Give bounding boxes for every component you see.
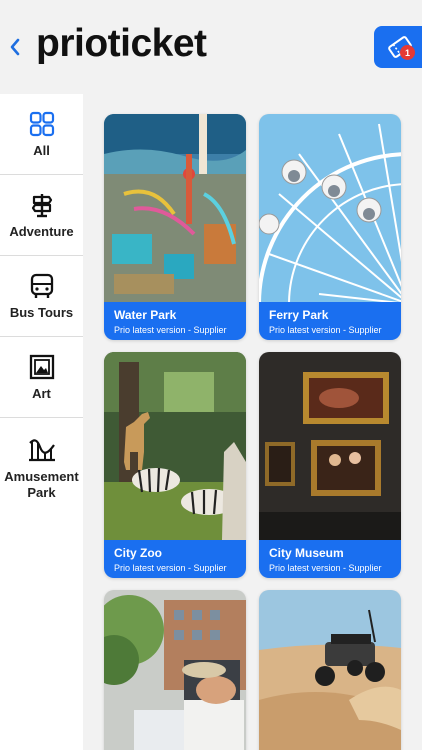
picture-frame-icon: [27, 352, 57, 382]
app-logo: prioticket: [36, 22, 207, 65]
product-info: City Zoo Prio latest version - Supplier: [104, 540, 246, 578]
product-card-city-zoo[interactable]: City Zoo Prio latest version - Supplier: [104, 352, 246, 578]
product-image: [104, 352, 246, 540]
product-title: City Zoo: [114, 546, 162, 560]
chevron-left-icon: [10, 38, 20, 56]
product-title: Ferry Park: [269, 308, 329, 322]
roller-coaster-icon: [27, 435, 57, 465]
product-subtitle: Prio latest version - Supplier: [269, 325, 382, 335]
category-label: Bus Tours: [9, 305, 74, 320]
category-bus-tours[interactable]: Bus Tours: [0, 256, 83, 337]
category-label: Amusement Park: [4, 469, 79, 500]
product-card-5[interactable]: [104, 590, 246, 750]
product-info: Water Park Prio latest version - Supplie…: [104, 302, 246, 340]
product-card-ferry-park[interactable]: Ferry Park Prio latest version - Supplie…: [259, 114, 401, 340]
product-subtitle: Prio latest version - Supplier: [114, 563, 227, 573]
cart-button[interactable]: 1: [374, 26, 422, 68]
product-image: [259, 114, 401, 302]
product-image: [104, 114, 246, 302]
signpost-icon: [27, 190, 57, 220]
product-image: [259, 352, 401, 540]
category-label: All: [33, 143, 50, 158]
product-grid: Water Park Prio latest version - Supplie…: [83, 94, 422, 750]
product-image: [104, 590, 246, 750]
category-art[interactable]: Art: [0, 337, 83, 418]
product-title: City Museum: [269, 546, 344, 560]
bus-icon: [27, 271, 57, 301]
product-title: Water Park: [114, 308, 177, 322]
back-button[interactable]: [6, 34, 24, 60]
header: prioticket 1: [0, 0, 422, 94]
product-image: [259, 590, 401, 750]
product-subtitle: Prio latest version - Supplier: [114, 325, 227, 335]
product-card-6[interactable]: [259, 590, 401, 750]
product-card-city-museum[interactable]: City Museum Prio latest version - Suppli…: [259, 352, 401, 578]
cart-count-badge: 1: [400, 45, 415, 60]
category-label: Adventure: [9, 224, 74, 239]
category-sidebar: All Adventure Bus Tours Art Amusement Pa…: [0, 94, 83, 750]
category-label: Art: [32, 386, 51, 401]
category-all[interactable]: All: [0, 94, 83, 175]
product-info: City Museum Prio latest version - Suppli…: [259, 540, 401, 578]
product-info: Ferry Park Prio latest version - Supplie…: [259, 302, 401, 340]
product-card-water-park[interactable]: Water Park Prio latest version - Supplie…: [104, 114, 246, 340]
category-adventure[interactable]: Adventure: [0, 175, 83, 256]
app-screen: prioticket 1 All Adventure Bus Tours Art…: [0, 0, 422, 750]
grid-icon: [27, 109, 57, 139]
product-subtitle: Prio latest version - Supplier: [269, 563, 382, 573]
category-amusement-park[interactable]: Amusement Park: [0, 418, 83, 518]
